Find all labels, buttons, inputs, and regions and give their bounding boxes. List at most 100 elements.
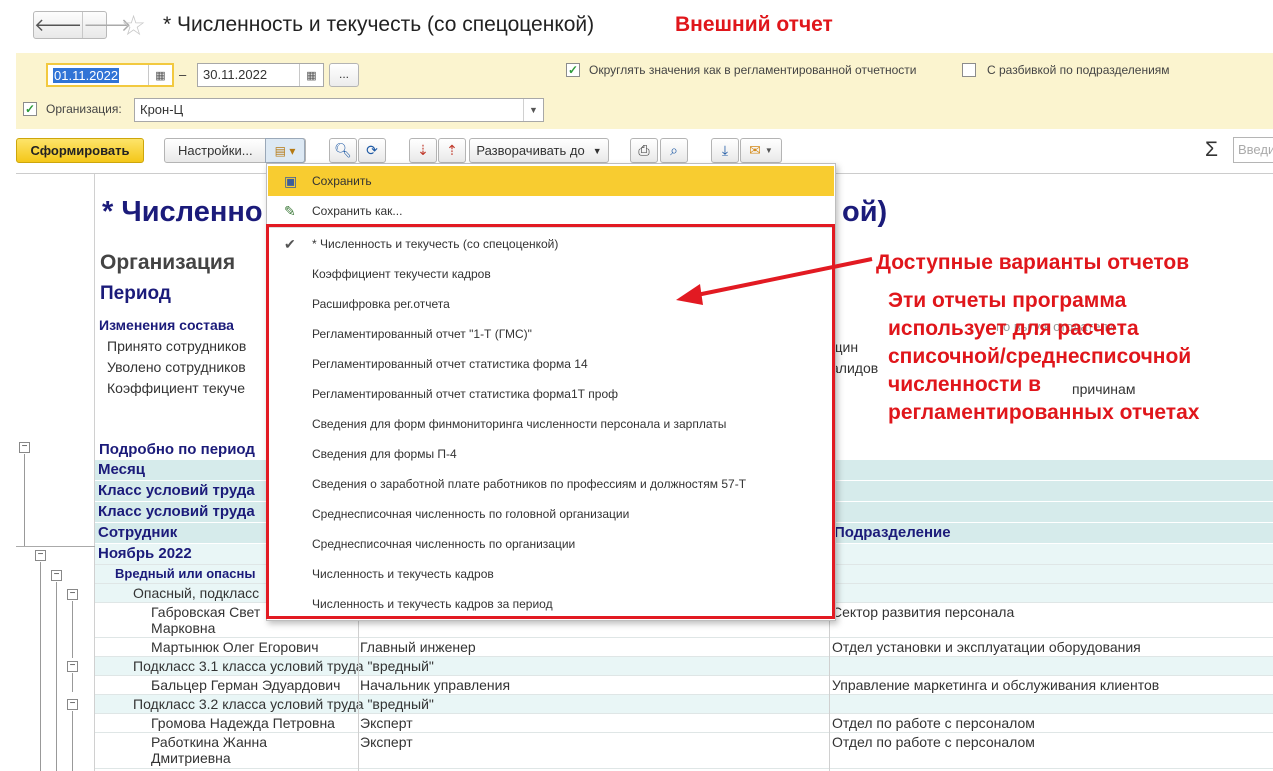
table-row: Бальцер Герман Эдуардович Начальник упра… — [95, 676, 1273, 695]
by-period-heading: Подробно по период — [99, 441, 255, 458]
row-department: Управление маркетинга и обслуживания кли… — [832, 677, 1160, 693]
find-next-button[interactable]: ⟳ — [358, 138, 386, 163]
split-option[interactable]: С разбивкой по подразделениям — [962, 63, 1170, 77]
favorite-star-icon[interactable]: ☆ — [121, 9, 146, 42]
collapse-toggle[interactable]: − — [35, 550, 46, 561]
collapse-toggle[interactable]: − — [67, 589, 78, 600]
header-class1-label: Класс условий труда — [98, 482, 255, 499]
turnover-label: Коэффициент текуче — [107, 380, 246, 396]
app-window: 🡐 🡒 ☆ * Численность и текучесть (со спец… — [0, 0, 1273, 771]
report-variants-button[interactable]: ▤ ▾ — [265, 138, 305, 163]
collapse-toggle[interactable]: − — [67, 661, 78, 672]
print-button[interactable]: ⎙ — [630, 138, 658, 163]
chevron-down-icon: ▼ — [764, 146, 773, 155]
arrow-left-icon: 🡐 — [34, 14, 83, 35]
round-checkbox[interactable]: ✓ — [566, 63, 580, 77]
menu-item-save-as[interactable]: ✎ Сохранить как... — [268, 196, 834, 226]
find-button[interactable]: 🔍︎ — [329, 138, 357, 163]
table-row: Мартынюк Олег Егорович Главный инженер О… — [95, 638, 1273, 657]
annotation-line: Эти отчеты программа — [888, 289, 1127, 312]
row-name: Габровская Свет — [151, 604, 261, 620]
row-name: Подкласс 3.2 класса условий труда "вредн… — [133, 696, 434, 712]
table-row: Громова Надежда Петровна Эксперт Отдел п… — [95, 714, 1273, 733]
expand-to-button[interactable]: Разворачивать до ▼ — [469, 138, 609, 163]
floppy-icon: ▣ — [284, 173, 298, 189]
row-department: Отдел по работе с персоналом — [832, 715, 1035, 731]
org-checkbox[interactable]: ✓ — [23, 102, 37, 116]
annotation-line: регламентированных отчетах — [888, 401, 1200, 424]
round-option[interactable]: ✓ Округлять значения как в регламентиров… — [566, 63, 916, 77]
sort-desc-button[interactable]: ⇣ — [409, 138, 437, 163]
row-name: Подкласс 3.1 класса условий труда "вредн… — [133, 658, 434, 674]
back-button[interactable]: 🡐 — [34, 12, 82, 38]
row-department: Сектор развития персонала — [832, 604, 1015, 620]
refresh-search-icon: ⟳ — [366, 142, 378, 158]
header-month-label: Месяц — [98, 461, 145, 478]
sort-asc-button[interactable]: ⇡ — [438, 138, 466, 163]
row-name: Громова Надежда Петровна — [151, 715, 335, 731]
window-title: * Численность и текучесть (со спецоценко… — [163, 13, 595, 36]
row-name: Работкина Жанна — [151, 734, 268, 750]
header-department-label: Подразделение — [834, 524, 951, 541]
date-to-input[interactable]: 30.11.2022 ▦ — [197, 63, 324, 87]
send-mail-button[interactable]: ✉ ▼ — [740, 138, 782, 163]
chevron-down-icon[interactable]: ▼ — [523, 99, 543, 121]
table-row: Подкласс 3.1 класса условий труда "вредн… — [95, 657, 1273, 676]
organization-select[interactable]: Крон-Ц ▼ — [134, 98, 544, 122]
date-from-value: 01.11.2022 — [53, 68, 120, 83]
search-icon: 🔍︎ — [334, 142, 352, 158]
calendar-icon[interactable]: ▦ — [299, 64, 323, 86]
preview-icon: ⌕ — [670, 142, 678, 158]
dismissed-label: Уволено сотрудников — [107, 359, 246, 375]
chevron-down-icon: ▼ — [592, 145, 602, 156]
period-select-button[interactable]: ... — [329, 63, 359, 87]
round-label: Округлять значения как в регламентирован… — [589, 63, 917, 77]
expand-label: Разворачивать до — [476, 143, 585, 158]
sum-icon[interactable]: Σ — [1205, 138, 1218, 162]
mail-icon: ✉ — [749, 142, 761, 158]
tree-line — [72, 601, 73, 658]
menu-item-label: Сохранить как... — [312, 204, 403, 218]
split-checkbox[interactable] — [962, 63, 976, 77]
calendar-icon[interactable]: ▦ — [148, 65, 172, 85]
org-option[interactable]: ✓ Организация: — [23, 102, 122, 116]
collapse-toggle[interactable]: − — [67, 699, 78, 710]
row-name: Бальцер Герман Эдуардович — [151, 677, 341, 693]
row-name-2: Дмитриевна — [151, 750, 231, 766]
right-col-b: алидов — [831, 360, 879, 376]
date-dash: – — [179, 67, 187, 82]
annotation-line: списочной/среднесписочной — [888, 345, 1192, 368]
annotation-available: Доступные варианты отчетов — [876, 251, 1190, 274]
row-position: Эксперт — [360, 734, 413, 750]
collapse-toggle[interactable]: − — [51, 570, 62, 581]
tree-line — [40, 562, 41, 771]
external-report-note: Внешний отчет — [675, 13, 833, 36]
preview-button[interactable]: ⌕ — [660, 138, 688, 163]
table-row: Подкласс 3.2 класса условий труда "вредн… — [95, 695, 1273, 714]
row-position: Главный инженер — [360, 639, 476, 655]
sort-desc-icon: ⇣ — [417, 142, 429, 158]
collapse-toggle[interactable]: − — [19, 442, 30, 453]
row-department: Отдел установки и эксплуатации оборудова… — [832, 639, 1141, 655]
row-name: Ноябрь 2022 — [98, 545, 192, 562]
arrow-head — [676, 284, 703, 305]
menu-item-save[interactable]: ▣ Сохранить — [268, 166, 834, 196]
settings-button[interactable]: Настройки... ▤ ▾ — [164, 138, 306, 163]
row-name: Мартынюк Олег Егорович — [151, 639, 319, 655]
save-file-button[interactable]: ⤓ — [711, 138, 739, 163]
table-row: Работкина Жанна Дмитриевна Эксперт Отдел… — [95, 733, 1273, 769]
split-label: С разбивкой по подразделениям — [987, 63, 1170, 77]
tree-divider — [16, 546, 95, 547]
search-input[interactable]: Введи — [1233, 137, 1273, 163]
nav-group: 🡐 🡒 — [33, 11, 132, 39]
org-heading: Организация — [100, 251, 236, 274]
settings-label: Настройки... — [178, 143, 253, 158]
date-from-input[interactable]: 01.11.2022 ▦ — [46, 63, 174, 87]
report-title-end: ой) — [842, 196, 888, 228]
header-employee-label: Сотрудник — [98, 524, 178, 541]
generate-button[interactable]: Сформировать — [16, 138, 144, 163]
date-to-value: 30.11.2022 — [203, 67, 268, 82]
menu-item-label: Сохранить — [312, 174, 372, 188]
row-position: Начальник управления — [360, 677, 511, 693]
tree-line — [56, 582, 57, 771]
